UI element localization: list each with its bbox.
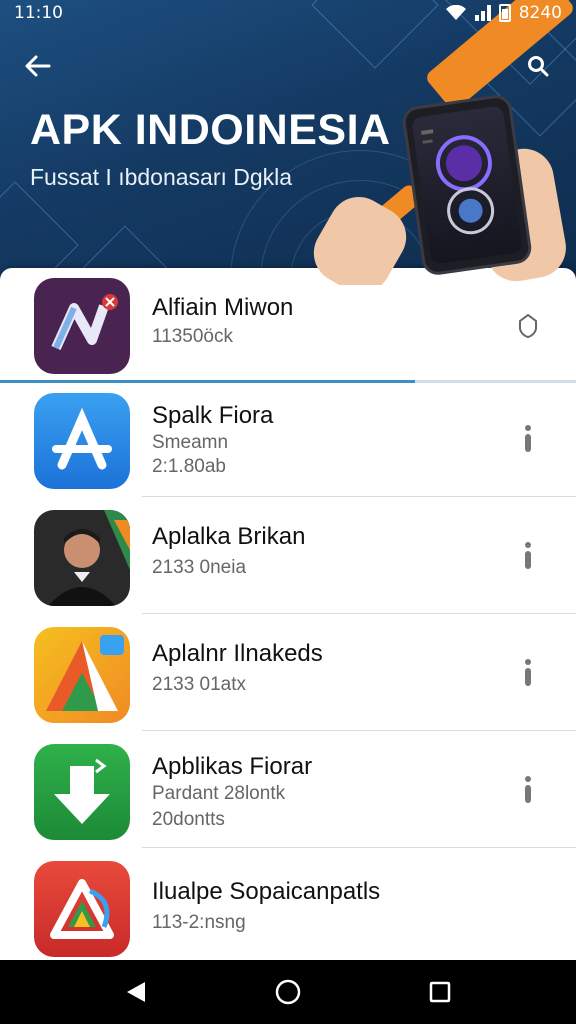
app-detail: 2133 0neia bbox=[152, 557, 247, 578]
app-detail: Pardant 28lontk bbox=[152, 783, 286, 804]
system-nav-bar bbox=[0, 960, 576, 1024]
list-item[interactable]: Apblikas Fiorar Pardant 28lontk 20dontts bbox=[0, 731, 576, 848]
nav-recents-button[interactable] bbox=[410, 967, 470, 1017]
battery-icon bbox=[498, 4, 511, 22]
arrow-left-icon bbox=[25, 55, 51, 77]
triangle-app-icon bbox=[34, 627, 130, 723]
prism-app-icon bbox=[34, 861, 130, 957]
download-app-icon bbox=[34, 744, 130, 840]
status-bar: 11:10 8240 bbox=[0, 0, 576, 26]
list-item[interactable]: Ilualpe Sopaicanpatls 113-2:nsng bbox=[0, 848, 576, 960]
app-detail: 11350öck bbox=[152, 326, 233, 347]
search-icon bbox=[528, 56, 549, 77]
wifi-icon bbox=[445, 5, 466, 20]
more-options-button[interactable] bbox=[516, 535, 540, 575]
app-name: Aplalka Brikan bbox=[152, 523, 306, 550]
signal-icon bbox=[474, 5, 491, 21]
app-detail: 2133 01atx bbox=[152, 674, 247, 695]
phone-illustration bbox=[400, 93, 534, 277]
search-button[interactable] bbox=[518, 48, 558, 84]
nav-back-button[interactable] bbox=[106, 967, 166, 1017]
list-item[interactable]: Alfiain Miwon 11350öck bbox=[0, 268, 576, 385]
app-name: Aplalnr Ilnakeds bbox=[152, 640, 323, 667]
page-subtitle: Fussat I ıbdonasarı Dgkla bbox=[30, 164, 293, 190]
app-detail: 20dontts bbox=[152, 809, 225, 830]
shield-button[interactable] bbox=[516, 306, 540, 346]
app-list: Alfiain Miwon 11350öck Spalk Fiora Smeam… bbox=[0, 268, 576, 960]
more-vertical-icon bbox=[525, 424, 531, 452]
header-banner: APK INDOINESIA Fussat I ıbdonasarı Dgkla bbox=[0, 0, 576, 285]
list-item[interactable]: Aplalka Brikan 2133 0neia bbox=[0, 497, 576, 614]
app-detail: 2:1.80ab bbox=[152, 456, 226, 477]
app-store-icon bbox=[34, 393, 130, 489]
app-name: Alfiain Miwon bbox=[152, 294, 294, 321]
nav-recents-icon bbox=[429, 981, 451, 1003]
nav-home-button[interactable] bbox=[258, 967, 318, 1017]
phone-screen-graphic bbox=[421, 129, 495, 235]
more-vertical-icon bbox=[525, 658, 531, 686]
shield-icon bbox=[519, 313, 537, 339]
back-button[interactable] bbox=[18, 50, 58, 82]
profile-photo-icon bbox=[34, 510, 130, 606]
video-app-icon bbox=[34, 278, 130, 374]
list-item[interactable]: Aplalnr Ilnakeds 2133 01atx bbox=[0, 614, 576, 731]
app-name: Spalk Fiora bbox=[152, 402, 274, 429]
app-name: Apblikas Fiorar bbox=[152, 753, 313, 780]
more-vertical-icon bbox=[525, 775, 531, 803]
list-item[interactable]: Spalk Fiora Smeamn 2:1.80ab bbox=[0, 380, 576, 497]
more-options-button[interactable] bbox=[516, 769, 540, 809]
app-detail: Smeamn bbox=[152, 432, 229, 453]
app-detail: 113-2:nsng bbox=[152, 912, 246, 933]
status-time: 11:10 bbox=[14, 3, 63, 23]
more-vertical-icon bbox=[525, 541, 531, 569]
status-icons: 8240 bbox=[445, 3, 562, 23]
nav-home-icon bbox=[275, 979, 301, 1005]
nav-back-icon bbox=[127, 982, 145, 1002]
app-name: Ilualpe Sopaicanpatls bbox=[152, 878, 381, 905]
more-options-button[interactable] bbox=[516, 652, 540, 692]
more-options-button[interactable] bbox=[516, 418, 540, 458]
status-battery-text: 8240 bbox=[518, 3, 562, 23]
page-title: APK INDOINESIA bbox=[30, 106, 391, 154]
